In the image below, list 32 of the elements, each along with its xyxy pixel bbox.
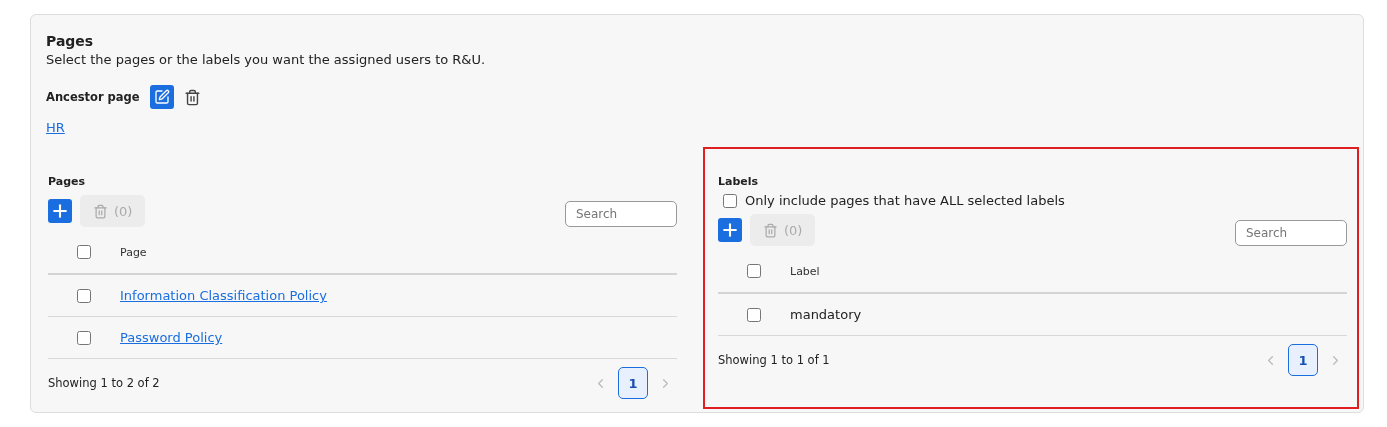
- plus-icon: [720, 220, 740, 240]
- add-button[interactable]: [48, 199, 72, 223]
- search-field[interactable]: Search: [1235, 220, 1347, 246]
- pagination-info: Showing 1 to 1 of 1: [718, 353, 830, 367]
- table-cell: mandatory: [790, 307, 862, 322]
- plus-icon: [50, 201, 70, 221]
- column-header: Label: [790, 264, 820, 278]
- trash-icon: [93, 203, 108, 219]
- trash-icon: [763, 222, 778, 238]
- option-label: Only include pages that have ALL selected labels: [745, 193, 1065, 208]
- field-label: Ancestor page: [46, 90, 140, 104]
- edit-button[interactable]: [149, 85, 174, 109]
- search-field[interactable]: Search: [565, 201, 677, 227]
- page-button[interactable]: 1: [618, 367, 648, 399]
- page-link[interactable]: Information Classification Policy: [120, 288, 327, 303]
- checkbox[interactable]: [747, 307, 761, 322]
- page-button[interactable]: 1: [1288, 344, 1318, 376]
- checkbox[interactable]: [747, 264, 761, 278]
- page-link[interactable]: Password Policy: [120, 330, 223, 345]
- checkbox[interactable]: [723, 193, 737, 208]
- checkbox[interactable]: [77, 288, 91, 303]
- column-header: Page: [120, 245, 147, 259]
- add-button[interactable]: [718, 218, 742, 242]
- section-label: Labels: [718, 175, 760, 189]
- section-label: Pages: [48, 175, 87, 189]
- pagination-info: Showing 1 to 2 of 2: [48, 376, 160, 390]
- delete-icon[interactable]: [183, 88, 201, 106]
- checkbox[interactable]: [77, 245, 91, 259]
- description: Select the pages or the labels you want the assigned users to R&U.: [46, 51, 487, 69]
- section-title: Pages: [46, 32, 95, 50]
- checkbox[interactable]: [77, 330, 91, 345]
- ancestor-link[interactable]: HR: [46, 120, 65, 135]
